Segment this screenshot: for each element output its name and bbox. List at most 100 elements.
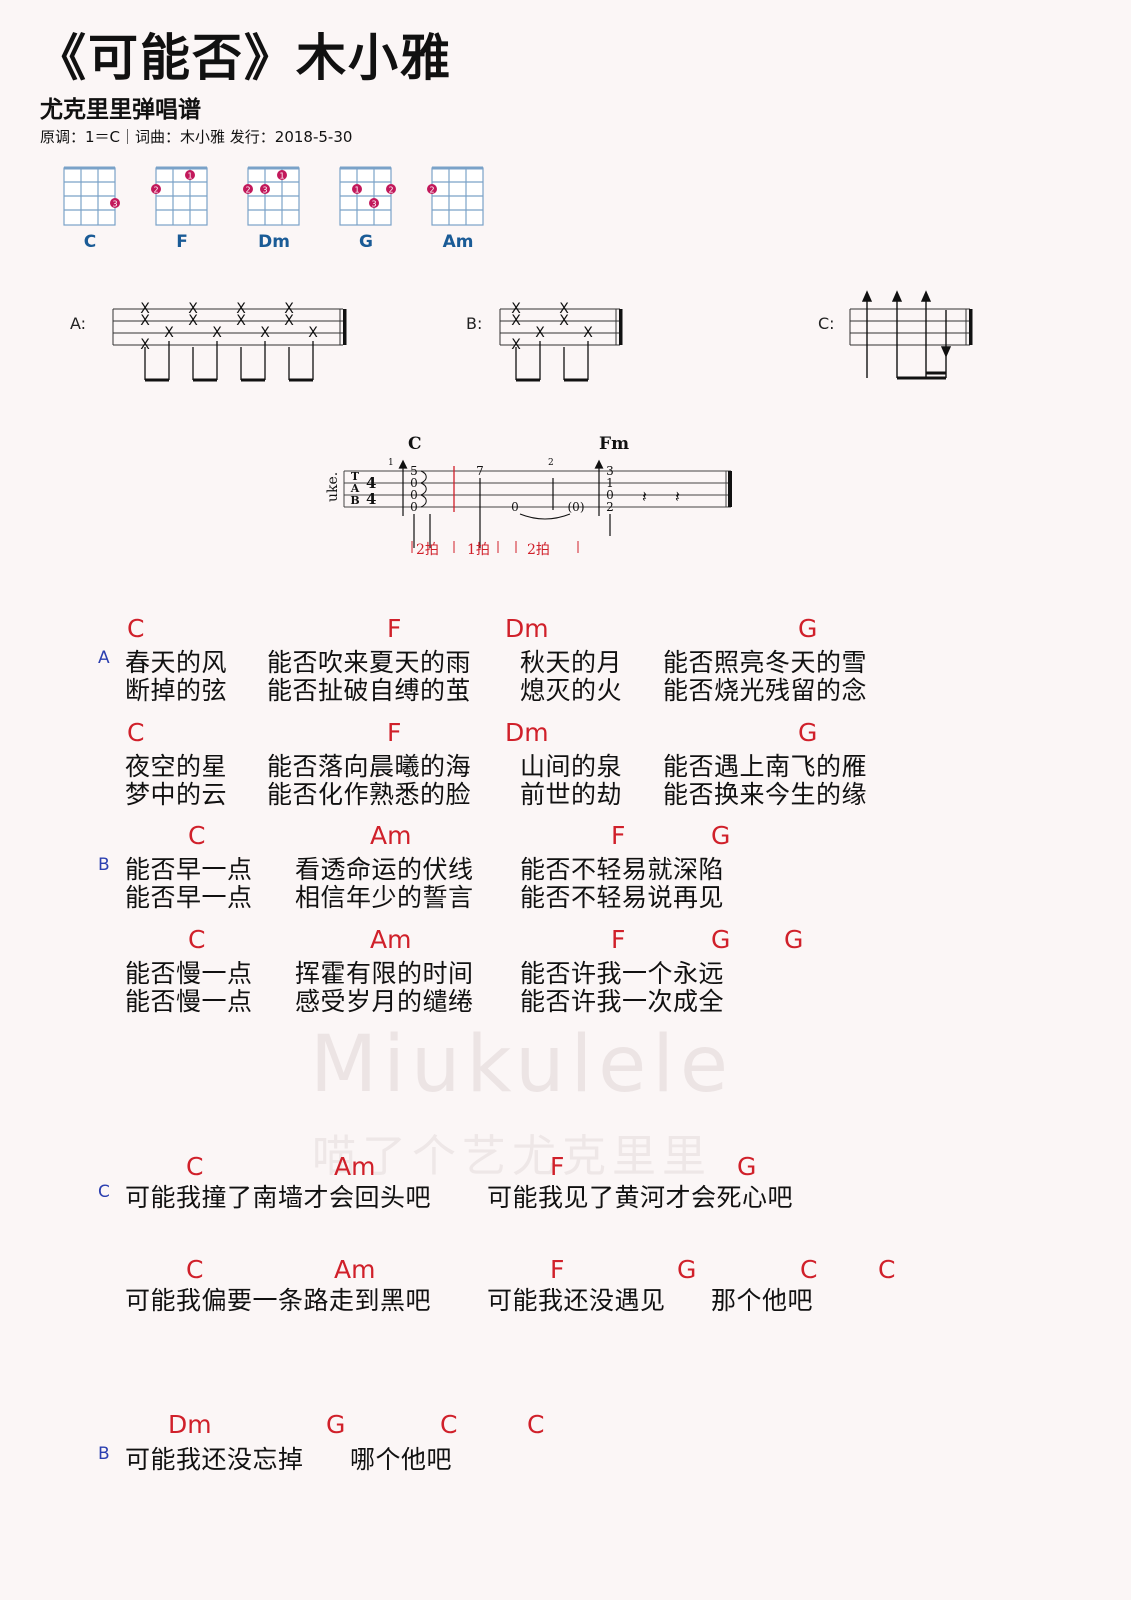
- lyric-phrase: 断掉的弦: [125, 676, 228, 705]
- lyric-phrase: 可能我撞了南墙才会回头吧: [125, 1183, 432, 1212]
- lyric-phrase: 能否许我一次成全: [520, 987, 725, 1016]
- svg-text:X: X: [236, 313, 246, 329]
- chord-label: F: [387, 614, 402, 643]
- svg-text:𝄽: 𝄽: [675, 487, 680, 506]
- tab-beat-label: 1拍: [467, 542, 490, 558]
- intro-tab: uke. C Fm TAB 44 1 2 5 0 0 0 3 1 0 2 7 0…: [325, 434, 732, 558]
- chord-label: G: [711, 925, 731, 954]
- lyric-phrase: 能否慢一点: [125, 987, 253, 1016]
- svg-text:X: X: [188, 313, 198, 329]
- svg-text:X: X: [164, 325, 174, 341]
- chord-label: C: [127, 718, 145, 747]
- svg-text:X: X: [260, 325, 270, 341]
- chord-label: C: [800, 1255, 818, 1284]
- chord-label: G: [677, 1255, 697, 1284]
- chord-label: Dm: [505, 718, 549, 747]
- lyric-phrase: 可能我还没遇见: [487, 1286, 666, 1315]
- chord-label: Am: [334, 1152, 376, 1181]
- chord-grid: 2: [427, 166, 484, 226]
- svg-text:2: 2: [429, 186, 434, 195]
- chord-name: G: [359, 232, 373, 252]
- tab-beat-label: 2拍: [416, 542, 439, 558]
- chord-label: Am: [370, 821, 412, 850]
- chord-label: C: [440, 1410, 458, 1439]
- chord-label: C: [127, 614, 145, 643]
- chord-diagram-dm: 2 3 1 Dm: [239, 160, 309, 252]
- svg-text:X: X: [308, 325, 318, 341]
- chord-label: G: [798, 718, 818, 747]
- chord-label: C: [188, 925, 206, 954]
- chord-label: C: [527, 1410, 545, 1439]
- lyric-phrase: 能否化作熟悉的脸: [267, 780, 472, 809]
- svg-text:4: 4: [366, 490, 376, 508]
- chord-label: F: [611, 821, 626, 850]
- lyric-phrase: 能否早一点: [125, 883, 253, 912]
- tab-note: 2: [606, 500, 614, 514]
- chord-name: Am: [442, 232, 474, 252]
- lyric-phrase: 能否烧光残留的念: [663, 676, 868, 705]
- lyric-phrase: 熄灭的火: [520, 676, 623, 705]
- svg-text:B: B: [350, 494, 359, 507]
- tab-note-0: 0: [511, 500, 519, 514]
- tab-instrument-label: uke.: [325, 472, 341, 502]
- svg-text:X: X: [511, 313, 521, 329]
- watermark-brand: Miukulele: [310, 1020, 734, 1110]
- rhythm-pattern-a: XXX X XX X XX X XX X: [112, 301, 347, 382]
- tab-beat-label: 2拍: [527, 542, 550, 558]
- rhythm-pattern-b: XXX X XX X: [499, 301, 623, 382]
- lyric-phrase: 前世的劫: [520, 780, 623, 809]
- tab-chord-1: C: [408, 434, 422, 454]
- tab-measure-1: 1: [388, 458, 394, 468]
- lyric-phrase: 那个他吧: [711, 1286, 814, 1315]
- chord-grid: 3: [63, 166, 120, 226]
- chord-label: G: [326, 1410, 346, 1439]
- lyric-phrase: 可能我见了黄河才会死心吧: [487, 1183, 794, 1212]
- tab-chord-2: Fm: [599, 434, 629, 454]
- svg-text:X: X: [583, 325, 593, 341]
- song-subtitle: 尤克里里弹唱谱: [40, 97, 201, 123]
- svg-text:1: 1: [187, 172, 192, 181]
- chord-name: C: [83, 232, 97, 252]
- chord-label: C: [186, 1152, 204, 1181]
- svg-text:X: X: [212, 325, 222, 341]
- chord-grid: 1 3 2: [339, 166, 396, 226]
- lyric-phrase: 梦中的云: [125, 780, 228, 809]
- chord-label: Dm: [168, 1410, 212, 1439]
- section-marker-b-repeat: B: [98, 1444, 110, 1464]
- chord-label: F: [550, 1255, 565, 1284]
- chord-label: C: [188, 821, 206, 850]
- lyric-phrase: 能否扯破自缚的茧: [267, 676, 472, 705]
- lyric-phrase: 能否换来今生的缘: [663, 780, 868, 809]
- chord-label: G: [784, 925, 804, 954]
- chord-diagram-c: 3 C: [55, 160, 125, 252]
- svg-text:2: 2: [388, 186, 393, 195]
- tab-note-7: 7: [476, 464, 484, 478]
- section-marker-c: C: [98, 1182, 110, 1202]
- rhythm-a-label: A:: [70, 314, 87, 333]
- chord-label: F: [550, 1152, 565, 1181]
- svg-text:2: 2: [245, 186, 250, 195]
- chord-label: Am: [370, 925, 412, 954]
- section-marker-b: B: [98, 855, 110, 875]
- svg-text:1: 1: [354, 186, 359, 195]
- chord-label: G: [798, 614, 818, 643]
- chord-label: G: [737, 1152, 757, 1181]
- chord-name: F: [176, 232, 188, 252]
- svg-text:𝄽: 𝄽: [642, 487, 647, 506]
- svg-text:3: 3: [371, 200, 376, 209]
- svg-text:3: 3: [262, 186, 267, 195]
- chord-grid: 2 3 1: [243, 166, 300, 226]
- tab-note: 0: [410, 500, 418, 514]
- svg-text:X: X: [535, 325, 545, 341]
- svg-text:1: 1: [279, 172, 284, 181]
- chord-diagrams: 3 C 2 1 F 2 3 1 Dm 1 3 2 G 2 Am: [55, 160, 515, 255]
- chord-diagram-f: 2 1 F: [147, 160, 217, 252]
- lyric-phrase: 感受岁月的缱绻: [295, 987, 474, 1016]
- tab-measure-2: 2: [548, 458, 554, 468]
- chord-label: Am: [334, 1255, 376, 1284]
- chord-label: Dm: [505, 614, 549, 643]
- chord-label: F: [611, 925, 626, 954]
- rhythm-pattern-c: [849, 290, 973, 380]
- chord-label: C: [186, 1255, 204, 1284]
- chord-label: F: [387, 718, 402, 747]
